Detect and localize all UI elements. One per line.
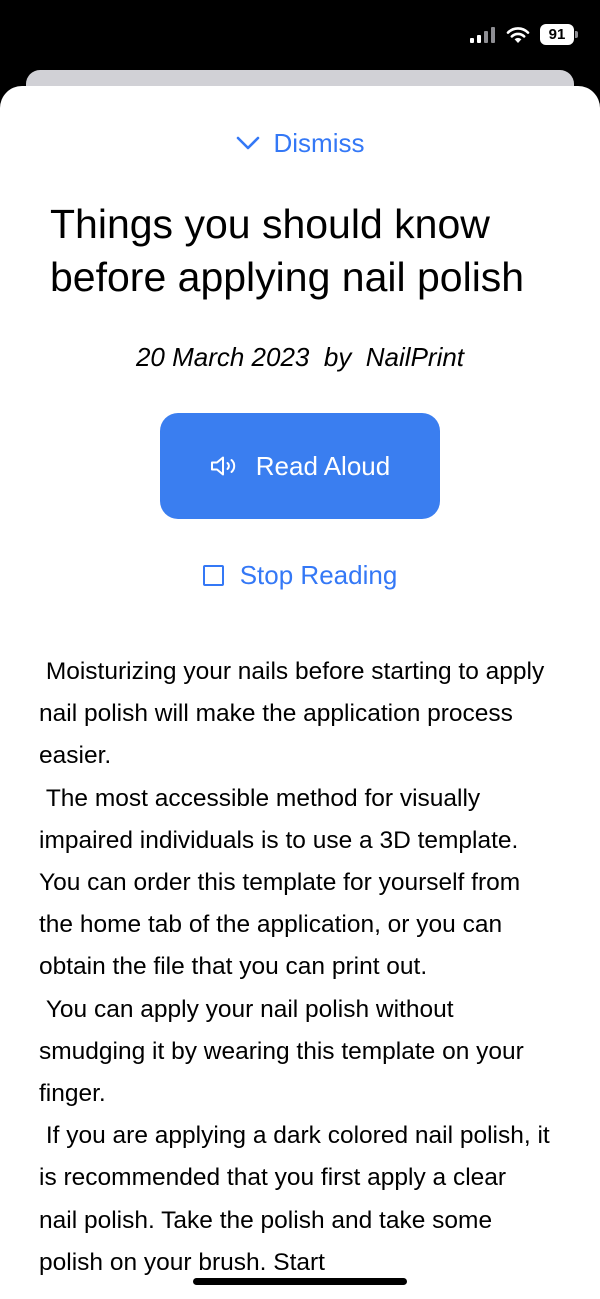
stop-square-icon — [202, 564, 224, 586]
chevron-down-icon — [236, 136, 259, 150]
home-indicator[interactable] — [193, 1278, 407, 1285]
speaker-icon — [210, 456, 235, 476]
battery-level: 91 — [540, 24, 574, 45]
dismiss-button[interactable]: Dismiss — [0, 126, 600, 160]
article-byline: 20 March 2023 by NailPrint — [0, 342, 600, 373]
article-paragraph: Moisturizing your nails before starting … — [39, 658, 552, 770]
read-aloud-label: Read Aloud — [255, 450, 391, 481]
article-paragraph: You can apply your nail polish without s… — [39, 995, 531, 1108]
article-title: Things you should know before applying n… — [50, 201, 525, 300]
status-icons: 91 — [470, 24, 578, 45]
stop-reading-button[interactable]: Stop Reading — [0, 557, 600, 593]
article-author: NailPrint — [365, 342, 465, 372]
stop-reading-label: Stop Reading — [239, 559, 398, 590]
battery-cap — [575, 31, 578, 38]
read-aloud-button[interactable]: Read Aloud — [160, 413, 440, 519]
article-date: 20 March 2023 — [135, 342, 310, 372]
cellular-signal-icon — [470, 26, 495, 43]
byline-by: by — [323, 342, 352, 372]
wifi-icon — [506, 26, 530, 43]
status-bar: 91 — [0, 0, 600, 70]
dismiss-label: Dismiss — [273, 127, 365, 158]
battery-indicator: 91 — [540, 24, 578, 45]
article-body: Moisturizing your nails before starting … — [39, 651, 550, 1284]
article-paragraph: If you are applying a dark colored nail … — [39, 1122, 557, 1276]
article-sheet: Dismiss Things you should know before ap… — [0, 86, 600, 1299]
article-paragraph: The most accessible method for visually … — [39, 784, 527, 981]
